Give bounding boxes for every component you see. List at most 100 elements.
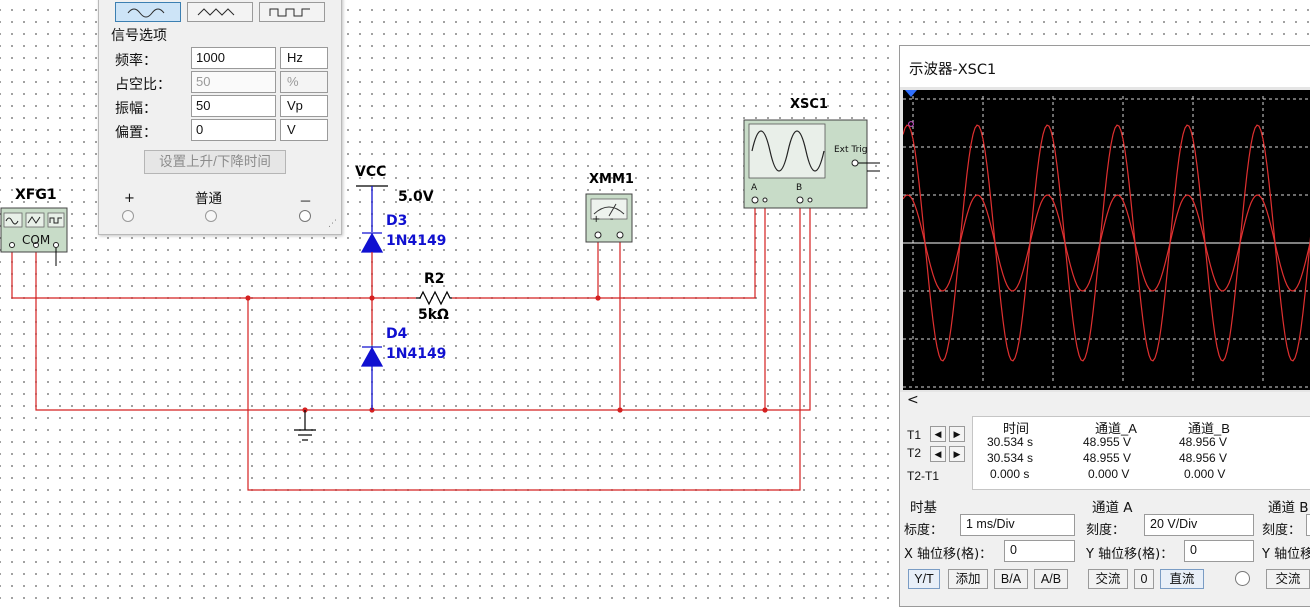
triangle-wave-button[interactable] bbox=[187, 2, 253, 22]
junction-dot bbox=[617, 407, 623, 413]
xsc1-ch-b: B bbox=[796, 183, 803, 193]
channel-b-ac-button[interactable]: 交流 bbox=[1266, 569, 1310, 589]
xsc1-label: XSC1 bbox=[790, 97, 828, 112]
amplitude-label: 振幅： bbox=[115, 100, 157, 116]
wire bbox=[247, 200, 801, 491]
junctions bbox=[245, 295, 768, 413]
channel-a-ac-button[interactable]: 交流 bbox=[1088, 569, 1128, 589]
channel-b-y-position-label: Y 轴位移 bbox=[1262, 547, 1310, 562]
oscilloscope-screen[interactable] bbox=[903, 90, 1310, 390]
sine-wave-button[interactable] bbox=[115, 2, 181, 22]
t1-left-arrow-icon[interactable]: ◀ bbox=[930, 426, 946, 442]
junction-dot bbox=[762, 407, 768, 413]
offset-unit-select[interactable]: V bbox=[280, 119, 328, 141]
frequency-unit-select[interactable]: Hz bbox=[280, 47, 328, 69]
d3-label: D3 bbox=[386, 213, 408, 229]
square-icon bbox=[269, 8, 310, 17]
duty-cycle-input: 50 bbox=[191, 71, 276, 93]
t2-t1-time: 0.000 s bbox=[990, 467, 1030, 481]
channel-b-title: 通道 B bbox=[1268, 500, 1309, 516]
oscilloscope-screen-frame bbox=[900, 87, 1310, 392]
scroll-left-icon[interactable]: < bbox=[907, 392, 919, 408]
add-button[interactable]: 添加 bbox=[948, 569, 988, 589]
b-over-a-button[interactable]: B/A bbox=[994, 569, 1028, 589]
xsc1-ext-trig: Ext Trig bbox=[834, 145, 868, 155]
r2-label: R2 bbox=[424, 271, 445, 287]
resistor-r2 bbox=[416, 290, 452, 306]
wire bbox=[305, 200, 811, 411]
rise-fall-time-button: 设置上升/下降时间 bbox=[144, 150, 286, 174]
timebase-scale-input[interactable]: 1 ms/Div bbox=[960, 514, 1075, 536]
diode-d4 bbox=[360, 298, 384, 410]
signal-options-title: 信号选项 bbox=[111, 28, 167, 44]
resize-grip-icon[interactable]: ⋰ bbox=[328, 219, 337, 229]
sine-icon bbox=[127, 8, 165, 18]
wire bbox=[35, 250, 305, 411]
amplitude-input[interactable]: 50 bbox=[191, 95, 276, 117]
frequency-input[interactable]: 1000 bbox=[191, 47, 276, 69]
function-generator-panel: 信号选项 频率： 1000 Hz 占空比： 50 % 振幅： 50 Vp 偏置：… bbox=[98, 0, 342, 235]
channel-b-scale-label: 刻度： bbox=[1262, 523, 1302, 538]
terminal-plus-label: + bbox=[124, 191, 135, 206]
t2-t1-channel-a: 0.000 V bbox=[1088, 467, 1130, 481]
t2-channel-a: 48.955 V bbox=[1083, 451, 1132, 465]
t2-t1-label: T2-T1 bbox=[907, 469, 940, 483]
d3-model: 1N4149 bbox=[386, 233, 447, 249]
t1-time: 30.534 s bbox=[987, 435, 1034, 449]
t2-right-arrow-icon[interactable]: ▶ bbox=[949, 446, 965, 462]
channel-b-scale-input[interactable] bbox=[1306, 514, 1310, 536]
square-wave-button[interactable] bbox=[259, 2, 325, 22]
terminal-minus-radio[interactable] bbox=[299, 210, 311, 222]
oscilloscope-titlebar[interactable]: 示波器-XSC1 bbox=[900, 46, 1310, 88]
offset-input[interactable]: 0 bbox=[191, 119, 276, 141]
timebase-title: 时基 bbox=[910, 500, 937, 516]
xmm1-terminals: + - bbox=[592, 214, 614, 225]
terminal-plus-radio bbox=[122, 210, 134, 222]
duty-cycle-label: 占空比： bbox=[115, 76, 171, 92]
timebase-scale-label: 标度： bbox=[904, 523, 944, 538]
y-position-label: Y 轴位移(格)： bbox=[1086, 547, 1174, 562]
wire bbox=[11, 250, 248, 299]
r2-value: 5kΩ bbox=[418, 307, 449, 323]
t1-channel-b: 48.956 V bbox=[1179, 435, 1228, 449]
amplitude-unit-select[interactable]: Vp bbox=[280, 95, 328, 117]
terminal-common-radio bbox=[205, 210, 217, 222]
channel-a-zero-button[interactable]: 0 bbox=[1134, 569, 1154, 589]
frequency-label: 频率： bbox=[115, 52, 157, 68]
vcc-label: VCC bbox=[355, 164, 387, 180]
t1-right-arrow-icon[interactable]: ▶ bbox=[949, 426, 965, 442]
xmm1-label: XMM1 bbox=[589, 172, 634, 187]
t2-label: T2 bbox=[907, 446, 922, 460]
junction-dot bbox=[595, 295, 601, 301]
terminal-common-label: 普通 bbox=[195, 191, 222, 207]
junction-dot bbox=[245, 295, 251, 301]
triangle-icon bbox=[197, 8, 235, 16]
channel-a-scale-input[interactable]: 20 V/Div bbox=[1144, 514, 1254, 536]
vcc-symbol bbox=[356, 185, 388, 215]
channel-a-radio[interactable] bbox=[1235, 571, 1250, 586]
offset-label: 偏置： bbox=[115, 124, 157, 140]
t2-channel-b: 48.956 V bbox=[1179, 451, 1228, 465]
t2-time: 30.534 s bbox=[987, 451, 1034, 465]
channel-a-scale-label: 刻度： bbox=[1086, 523, 1126, 538]
terminal-minus-label: － bbox=[299, 195, 313, 210]
d4-model: 1N4149 bbox=[386, 346, 447, 362]
ground-symbol bbox=[294, 410, 316, 441]
vcc-voltage: 5.0V bbox=[398, 189, 434, 205]
channel-a-dc-button[interactable]: 直流 bbox=[1160, 569, 1204, 589]
x-position-input[interactable]: 0 bbox=[1004, 540, 1075, 562]
y-position-input[interactable]: 0 bbox=[1184, 540, 1254, 562]
t2-left-arrow-icon[interactable]: ◀ bbox=[930, 446, 946, 462]
t2-t1-channel-b: 0.000 V bbox=[1184, 467, 1226, 481]
x-position-label: X 轴位移(格)： bbox=[904, 547, 993, 562]
t1-channel-a: 48.955 V bbox=[1083, 435, 1132, 449]
duty-cycle-unit: % bbox=[280, 71, 328, 93]
diode-d3 bbox=[360, 215, 384, 298]
channel-a-title: 通道 A bbox=[1092, 500, 1133, 516]
t1-label: T1 bbox=[907, 428, 922, 442]
xfg1-label: XFG1 bbox=[15, 187, 57, 203]
yt-button[interactable]: Y/T bbox=[908, 569, 940, 589]
a-over-b-button[interactable]: A/B bbox=[1034, 569, 1068, 589]
oscilloscope-window: 示波器-XSC1 < 时间 通道_A 通道_B T1 ◀ ▶ 30.534 s … bbox=[899, 45, 1310, 607]
oscilloscope-scrollbar[interactable]: < bbox=[900, 392, 1310, 411]
